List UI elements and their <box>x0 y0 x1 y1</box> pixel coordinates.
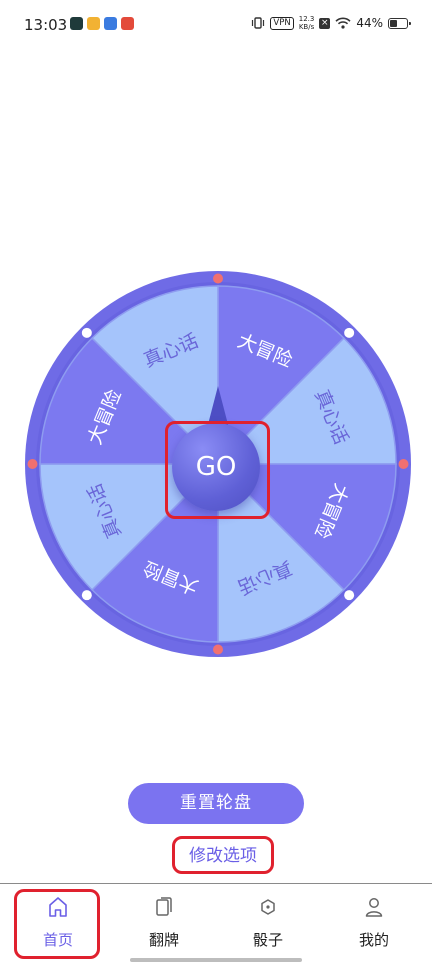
reset-wheel-button[interactable]: 重置轮盘 <box>128 783 304 824</box>
notification-icons <box>70 17 134 30</box>
nav-item-dice[interactable]: 骰子 <box>214 884 322 962</box>
nav-item-flip[interactable]: 翻牌 <box>110 884 218 962</box>
rim-dot <box>81 327 92 338</box>
rim-dot <box>27 459 38 469</box>
rim-dot <box>213 644 223 655</box>
home-indicator <box>130 958 302 962</box>
status-time: 13:03 <box>24 16 68 34</box>
net-speed: 12.3 KB/s <box>299 15 315 31</box>
rim-dot <box>344 327 355 338</box>
nav-label-flip: 翻牌 <box>148 931 179 949</box>
cards-icon <box>156 897 172 916</box>
battery-percent: 44% <box>356 16 383 30</box>
person-icon <box>365 898 383 917</box>
nav-label-mine: 我的 <box>358 931 389 949</box>
nav-item-home[interactable]: 首页 <box>4 884 112 962</box>
battery-icon <box>388 17 411 29</box>
dice-icon <box>261 899 275 915</box>
weibo-icon <box>87 17 100 30</box>
net-speed-unit: KB/s <box>298 23 315 31</box>
bottom-nav: 首页 翻牌 骰子 我的 <box>0 883 432 964</box>
nav-item-mine[interactable]: 我的 <box>320 884 428 962</box>
rim-dot <box>398 459 409 469</box>
vibrate-icon <box>252 17 265 29</box>
sim-x-icon: × <box>319 17 331 29</box>
net-speed-value: 12.3 <box>298 15 315 23</box>
home-icon <box>49 897 67 917</box>
vpn-badge: VPN <box>270 16 294 30</box>
status-bar: 13:03 VPN 12.3 KB/s × 44% <box>0 0 432 50</box>
rim-dot <box>213 273 223 284</box>
rim-dot <box>344 590 355 601</box>
status-right: VPN 12.3 KB/s × 44% <box>251 15 411 31</box>
qq-icon <box>104 17 117 30</box>
battery-fill <box>390 19 397 27</box>
modify-options-link[interactable]: 修改选项 <box>172 838 274 874</box>
nav-label-dice: 骰子 <box>252 931 283 949</box>
rim-dot <box>81 590 92 601</box>
app-notification-icon <box>70 17 83 30</box>
go-button[interactable]: GO <box>172 423 260 511</box>
wifi-icon <box>335 17 351 29</box>
app-notification-icon <box>121 17 134 30</box>
nav-label-home: 首页 <box>42 931 73 949</box>
